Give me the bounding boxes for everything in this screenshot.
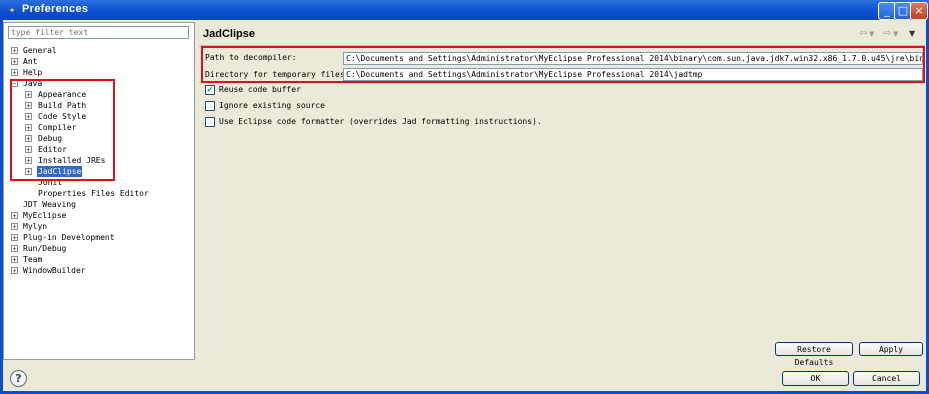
tree-item-label: JDT Weaving — [23, 200, 76, 209]
restore-defaults-button[interactable]: Restore Defaults — [775, 342, 853, 367]
ok-button[interactable]: OK — [782, 371, 849, 386]
ignore-existing-source-checkbox[interactable] — [205, 101, 215, 111]
expand-icon[interactable]: + — [11, 47, 18, 55]
expand-icon[interactable]: + — [11, 245, 18, 253]
tree-item-label: MyEclipse — [23, 211, 67, 220]
cancel-button[interactable]: Cancel — [853, 371, 920, 386]
back-dropdown-icon[interactable]: ▼ — [869, 30, 874, 38]
forward-dropdown-icon[interactable]: ▼ — [893, 30, 898, 38]
ignore-existing-source-label: Ignore existing source — [219, 101, 325, 110]
window-title: Preferences — [22, 3, 89, 15]
expand-icon[interactable]: + — [11, 69, 18, 77]
tree-item-label: General — [23, 46, 57, 55]
tree-item-label: Run/Debug — [23, 244, 67, 253]
apply-button[interactable]: Apply — [859, 342, 923, 356]
use-eclipse-formatter-label: Use Eclipse code formatter (overrides Ja… — [219, 117, 542, 126]
close-button[interactable]: × — [910, 2, 928, 20]
tree-item-label: Plug-in Development — [23, 233, 115, 242]
filter-input[interactable] — [8, 26, 189, 39]
expand-icon[interactable]: + — [11, 234, 18, 242]
annotation-highlight-box — [10, 79, 115, 181]
annotation-highlight-box — [201, 46, 925, 83]
tree-item-label: Help — [23, 68, 43, 77]
page-title: JadClipse — [203, 28, 255, 40]
preferences-tree-panel: +General +Ant +Help −Java +Appearance +B… — [3, 22, 195, 360]
eclipse-app-icon: ✦ — [8, 3, 16, 16]
expand-icon[interactable]: + — [11, 267, 18, 275]
expand-icon[interactable]: + — [11, 223, 18, 231]
tree-item-label: Properties Files Editor — [38, 189, 149, 198]
window-titlebar[interactable]: ✦ Preferences _ □ × — [0, 0, 929, 20]
expand-icon[interactable]: + — [11, 212, 18, 220]
tree-item-label: Team — [23, 255, 43, 264]
reuse-code-buffer-checkbox[interactable]: ✔ — [205, 85, 215, 95]
help-icon[interactable]: ? — [10, 370, 27, 387]
forward-arrow-icon[interactable]: ⇨ — [883, 28, 891, 39]
tree-item-label: WindowBuilder — [23, 266, 86, 275]
tree-item-label: Ant — [23, 57, 38, 66]
view-menu-icon[interactable]: ▼ — [909, 29, 915, 38]
expand-icon[interactable]: + — [11, 58, 18, 66]
expand-icon[interactable]: + — [11, 256, 18, 264]
back-arrow-icon[interactable]: ⇦ — [859, 28, 867, 39]
use-eclipse-formatter-checkbox[interactable] — [205, 117, 215, 127]
reuse-code-buffer-label: Reuse code buffer — [219, 85, 301, 94]
tree-item-label: Mylyn — [23, 222, 48, 231]
